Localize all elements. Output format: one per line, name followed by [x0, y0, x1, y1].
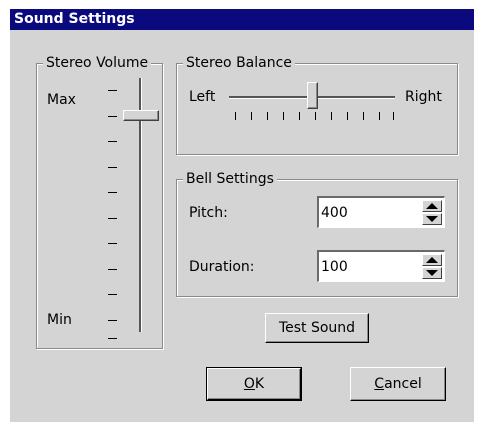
balance-tick — [283, 112, 284, 120]
volume-slider-thumb[interactable] — [123, 110, 159, 121]
pitch-decrement-button[interactable] — [422, 213, 442, 225]
volume-tick — [108, 167, 117, 168]
volume-tick — [108, 116, 117, 117]
duration-increment-button[interactable] — [422, 254, 442, 266]
volume-max-label: Max — [47, 92, 76, 108]
stereo-volume-slider[interactable] — [97, 78, 159, 344]
ok-label: OK — [244, 370, 264, 398]
cancel-label-rest: ancel — [384, 376, 422, 392]
volume-tick — [108, 269, 117, 270]
volume-tick — [108, 243, 117, 244]
pitch-increment-button[interactable] — [422, 200, 442, 212]
balance-tick — [393, 112, 394, 120]
balance-right-label: Right — [405, 89, 442, 105]
sound-settings-dialog: Sound Settings Stereo Volume Max Min Ste… — [9, 8, 474, 422]
volume-tick — [108, 192, 117, 193]
volume-tick — [108, 294, 117, 295]
cancel-button[interactable]: Cancel — [350, 367, 446, 401]
balance-tick — [267, 112, 268, 120]
volume-tick — [108, 141, 117, 142]
volume-tick — [108, 320, 117, 321]
down-arrow-icon — [426, 270, 438, 276]
duration-label: Duration: — [189, 259, 255, 275]
up-arrow-icon — [426, 203, 438, 209]
pitch-input[interactable] — [321, 203, 417, 223]
volume-tick — [108, 338, 117, 339]
test-sound-label: Test Sound — [278, 320, 356, 336]
ok-mnemonic: O — [243, 376, 255, 392]
balance-tick — [251, 112, 252, 120]
balance-tick — [347, 112, 348, 120]
volume-tick — [108, 90, 117, 91]
balance-tick — [363, 112, 364, 120]
pitch-spin-buttons — [422, 200, 442, 225]
stereo-volume-title: Stereo Volume — [43, 55, 152, 71]
balance-tick — [379, 112, 380, 120]
duration-input[interactable] — [321, 257, 417, 277]
pitch-spinbox[interactable] — [317, 196, 445, 228]
bell-settings-title: Bell Settings — [183, 171, 277, 187]
bell-settings-group: Bell Settings Pitch: Duration: — [176, 171, 458, 297]
duration-spin-buttons — [422, 254, 442, 279]
test-sound-button[interactable]: Test Sound — [265, 313, 369, 343]
balance-left-label: Left — [189, 89, 216, 105]
duration-decrement-button[interactable] — [422, 267, 442, 279]
duration-spinbox[interactable] — [317, 250, 445, 282]
cancel-mnemonic: C — [374, 376, 385, 392]
balance-tick — [331, 112, 332, 120]
balance-tick — [299, 112, 300, 120]
pitch-label: Pitch: — [189, 205, 228, 221]
stereo-balance-group: Stereo Balance Left Right — [176, 55, 458, 155]
volume-tick — [108, 218, 117, 219]
balance-tick — [315, 112, 316, 120]
ok-label-rest: K — [254, 376, 265, 392]
stereo-balance-slider[interactable] — [227, 76, 399, 122]
up-arrow-icon — [426, 257, 438, 263]
ok-button[interactable]: OK — [207, 368, 301, 400]
window-title: Sound Settings — [10, 9, 474, 30]
down-arrow-icon — [426, 216, 438, 222]
stereo-volume-group: Stereo Volume Max Min — [36, 55, 163, 349]
cancel-label: Cancel — [374, 369, 421, 399]
stereo-balance-title: Stereo Balance — [183, 55, 295, 71]
volume-min-label: Min — [47, 312, 72, 328]
balance-slider-thumb[interactable] — [307, 82, 318, 109]
balance-tick — [235, 112, 236, 120]
